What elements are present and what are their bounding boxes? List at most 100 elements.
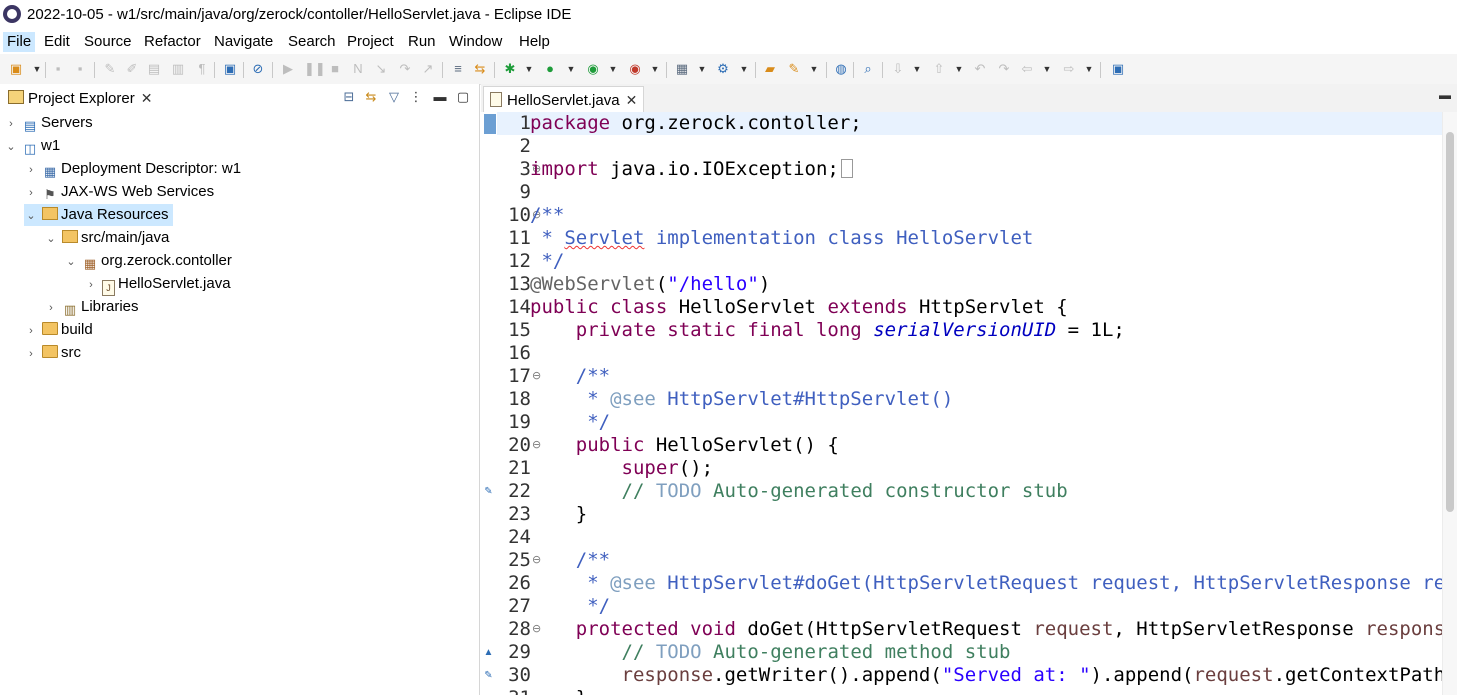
external-tools-icon[interactable]: ◉ [627, 61, 643, 77]
new-class-dropdown-icon[interactable]: ▼ [739, 61, 749, 77]
pin-icon[interactable]: ✎ [102, 61, 118, 77]
menu-refactor[interactable]: Refactor [140, 32, 205, 52]
minimize-icon[interactable]: ▬ [1439, 88, 1451, 102]
run-icon[interactable]: ● [542, 61, 558, 77]
next-annotation-icon[interactable]: ⇩ [890, 61, 906, 77]
open-perspective-icon[interactable]: ▣ [1110, 61, 1126, 77]
chevron-right-icon[interactable]: › [24, 182, 38, 204]
run-last-tool-icon[interactable]: ◉ [585, 61, 601, 77]
menu-project[interactable]: Project [343, 32, 398, 52]
open-task-dropdown-icon[interactable]: ▼ [809, 61, 819, 77]
new-server-icon[interactable]: ▦ [674, 61, 690, 77]
tree-item-w1[interactable]: ⌄ ◫ w1 [4, 135, 60, 157]
menu-source[interactable]: Source [80, 32, 136, 52]
code-area[interactable]: 1 package org.zerock.contoller; 2 3 ⊕ im… [497, 112, 1443, 695]
menu-run[interactable]: Run [404, 32, 440, 52]
previous-annotation-icon[interactable]: ⇧ [931, 61, 947, 77]
run-last-dropdown-icon[interactable]: ▼ [608, 61, 618, 77]
back-icon[interactable]: ⇦ [1019, 61, 1035, 77]
forward-icon[interactable]: ⇨ [1061, 61, 1077, 77]
previous-annotation-dropdown-icon[interactable]: ▼ [954, 61, 964, 77]
save-icon[interactable]: ▪ [50, 61, 66, 77]
menu-file[interactable]: File [3, 32, 36, 52]
tab-helloservlet-java[interactable]: HelloServlet.java ✕ [483, 86, 645, 113]
suspend-icon[interactable]: ❚❚ [304, 61, 326, 77]
new-wizard-icon[interactable]: ▣ [8, 61, 24, 77]
terminate-icon[interactable]: ■ [327, 61, 343, 77]
chevron-down-icon[interactable]: ⌄ [4, 136, 18, 158]
tree-item-libraries[interactable]: › ▥ Libraries [44, 296, 138, 319]
link-with-editor-icon[interactable]: ⇆ [363, 89, 379, 105]
run-dropdown-icon[interactable]: ▼ [566, 61, 576, 77]
toggle-mark-icon[interactable]: ▥ [170, 61, 186, 77]
chevron-right-icon[interactable]: › [24, 159, 38, 181]
open-task-icon[interactable]: ✎ [786, 61, 802, 77]
external-tools-dropdown-icon[interactable]: ▼ [650, 61, 660, 77]
debug-icon[interactable]: ✱ [502, 61, 518, 77]
step-over-icon[interactable]: ↷ [397, 61, 413, 77]
step-return-icon[interactable]: ↗ [420, 61, 436, 77]
minimize-icon[interactable]: ▬ [432, 89, 448, 105]
use-step-filters-icon[interactable]: ≡ [450, 61, 466, 77]
skip-breakpoints-icon[interactable]: ⊘ [250, 61, 266, 77]
disconnect-icon[interactable]: N [350, 61, 366, 77]
tree-item-build[interactable]: › build [24, 319, 93, 341]
chevron-down-icon[interactable]: ⌄ [44, 228, 58, 250]
resume-icon[interactable]: ▶ [280, 61, 296, 77]
close-icon[interactable]: ✕ [141, 90, 153, 106]
chevron-right-icon[interactable]: › [84, 274, 98, 296]
edit-icon[interactable]: ✐ [124, 61, 140, 77]
menu-navigate[interactable]: Navigate [210, 32, 277, 52]
close-icon[interactable]: ✕ [626, 92, 638, 108]
console-icon[interactable]: ▣ [222, 61, 238, 77]
maximize-icon[interactable]: ▢ [455, 89, 471, 105]
tree-item-jax-ws[interactable]: › ⚑ JAX-WS Web Services [24, 181, 214, 203]
new-java-class-icon[interactable]: ⚙ [715, 61, 731, 77]
menu-search[interactable]: Search [284, 32, 340, 52]
menu-help[interactable]: Help [515, 32, 554, 52]
task-marker-icon[interactable]: ✎ [482, 485, 495, 498]
collapse-all-icon[interactable]: ⊟ [341, 89, 357, 105]
build-icon[interactable]: ▤ [146, 61, 162, 77]
chevron-right-icon[interactable]: › [24, 343, 38, 365]
tree-item-servers[interactable]: › ▤ Servers [4, 112, 93, 134]
chevron-down-icon[interactable]: ⌄ [24, 205, 38, 227]
new-server-dropdown-icon[interactable]: ▼ [697, 61, 707, 77]
code-line: 23 } [497, 503, 1443, 526]
chevron-right-icon[interactable]: › [4, 113, 18, 135]
task-marker-icon[interactable]: ✎ [482, 669, 495, 682]
open-type-icon[interactable]: ▰ [762, 61, 778, 77]
search-icon[interactable]: ⌕ [860, 61, 876, 77]
forward-dropdown-icon[interactable]: ▼ [1084, 61, 1094, 77]
toolbar-separator [272, 62, 273, 78]
tree-item-deployment-descriptor[interactable]: › ▦ Deployment Descriptor: w1 [24, 158, 241, 180]
debug-dropdown-icon[interactable]: ▼ [524, 61, 534, 77]
coverage-icon[interactable]: ⇆ [472, 61, 488, 77]
forward-edit-icon[interactable]: ↷ [996, 61, 1012, 77]
scrollbar-thumb[interactable] [1446, 132, 1454, 512]
chevron-down-icon[interactable]: ⌄ [64, 251, 78, 273]
next-annotation-dropdown-icon[interactable]: ▼ [912, 61, 922, 77]
chevron-right-icon[interactable]: › [24, 320, 38, 342]
new-dropdown-icon[interactable]: ▼ [32, 61, 42, 77]
tree-item-helloservlet[interactable]: › J HelloServlet.java [84, 273, 231, 296]
menu-window[interactable]: Window [445, 32, 506, 52]
back-dropdown-icon[interactable]: ▼ [1042, 61, 1052, 77]
toolbar-separator [853, 62, 854, 78]
chevron-right-icon[interactable]: › [44, 297, 58, 319]
save-all-icon[interactable]: ▪ [72, 61, 88, 77]
web-browser-icon[interactable]: ◍ [833, 61, 849, 77]
tree-item-src[interactable]: › src [24, 342, 81, 364]
filter-icon[interactable]: ▽ [386, 89, 402, 105]
tree-item-java-resources[interactable]: ⌄ Java Resources [24, 204, 173, 226]
view-menu-icon[interactable]: ⋮ [408, 89, 424, 105]
last-edit-icon[interactable]: ↶ [972, 61, 988, 77]
tree-item-src-main-java[interactable]: ⌄ src/main/java [44, 227, 169, 249]
override-marker-icon[interactable]: ▲ [482, 646, 495, 659]
pilcrow-icon[interactable]: ¶ [194, 61, 210, 77]
tab-project-explorer[interactable]: Project Explorer ✕ [2, 86, 158, 110]
menu-edit[interactable]: Edit [40, 32, 74, 52]
step-into-icon[interactable]: ↘ [373, 61, 389, 77]
vertical-scrollbar[interactable] [1442, 112, 1457, 695]
tree-item-package[interactable]: ⌄ ▦ org.zerock.contoller [64, 250, 232, 272]
